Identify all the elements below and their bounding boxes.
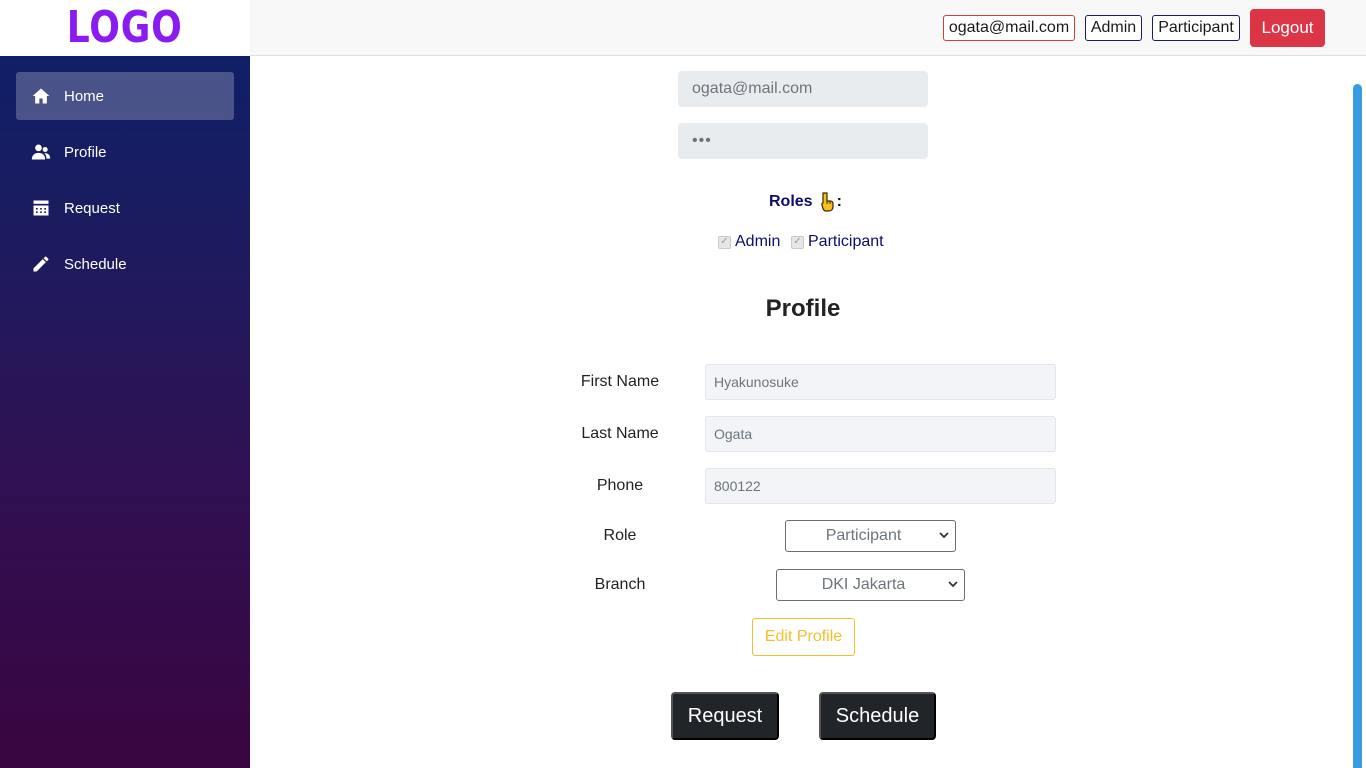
scrollbar-thumb[interactable] <box>1353 84 1362 768</box>
hand-pointing-down-icon <box>817 192 835 212</box>
sidebar-item-label: Request <box>64 199 120 217</box>
calendar-icon <box>31 198 51 218</box>
chevron-down-icon <box>939 532 949 539</box>
roles-colon: : <box>836 193 842 210</box>
users-icon <box>31 142 51 162</box>
logout-button[interactable]: Logout <box>1250 9 1325 47</box>
top-header: ogata@mail.com Admin Participant Logout <box>250 0 1366 56</box>
user-email-badge: ogata@mail.com <box>943 15 1075 41</box>
branch-select-value: DKI Jakarta <box>821 576 906 593</box>
role-checkbox-label: Participant <box>808 233 884 250</box>
schedule-button[interactable]: Schedule <box>819 692 936 740</box>
phone-field[interactable]: 800122 <box>705 468 1056 504</box>
roles-label-text: Roles <box>769 193 813 210</box>
sidebar-item-label: Schedule <box>64 255 127 273</box>
last-name-field[interactable]: Ogata <box>705 416 1056 452</box>
sidebar-item-request[interactable]: Request <box>16 184 234 232</box>
sidebar-item-profile[interactable]: Profile <box>16 128 234 176</box>
edit-profile-button[interactable]: Edit Profile <box>752 618 855 656</box>
chevron-down-icon <box>948 581 958 588</box>
sidebar: Home Profile Request Schedule <box>0 56 250 768</box>
request-button[interactable]: Request <box>671 692 779 740</box>
profile-title: Profile <box>765 295 841 322</box>
admin-role-badge: Admin <box>1085 15 1142 41</box>
phone-label: Phone <box>596 477 644 494</box>
participant-role-badge: Participant <box>1152 15 1240 41</box>
email-field[interactable]: ogata@mail.com <box>678 71 928 107</box>
first-name-field[interactable]: Hyakunosuke <box>705 364 1056 400</box>
role-select[interactable]: Participant <box>785 520 956 552</box>
checkbox-checked-icon[interactable]: ✓ <box>791 235 804 249</box>
roles-heading: Roles : <box>769 192 842 212</box>
last-name-label: Last Name <box>581 425 659 442</box>
checkbox-checked-icon[interactable]: ✓ <box>718 235 731 249</box>
sidebar-item-home[interactable]: Home <box>16 72 234 120</box>
logo-area: LOGO <box>0 0 250 56</box>
role-select-value: Participant <box>825 527 902 544</box>
sidebar-item-schedule[interactable]: Schedule <box>16 240 234 288</box>
home-icon <box>31 86 51 106</box>
pencil-icon <box>31 254 51 274</box>
password-field[interactable]: ••• <box>678 123 928 159</box>
sidebar-item-label: Home <box>64 87 105 105</box>
role-checkbox-participant[interactable]: ✓ Participant <box>791 233 884 251</box>
logo: LOGO <box>67 2 183 53</box>
role-label: Role <box>603 527 637 544</box>
sidebar-item-label: Profile <box>64 143 107 161</box>
branch-select[interactable]: DKI Jakarta <box>776 569 965 601</box>
first-name-label: First Name <box>580 373 660 390</box>
branch-label: Branch <box>594 576 646 593</box>
role-checkbox-label: Admin <box>735 233 781 250</box>
role-checkbox-admin[interactable]: ✓ Admin <box>718 233 780 251</box>
